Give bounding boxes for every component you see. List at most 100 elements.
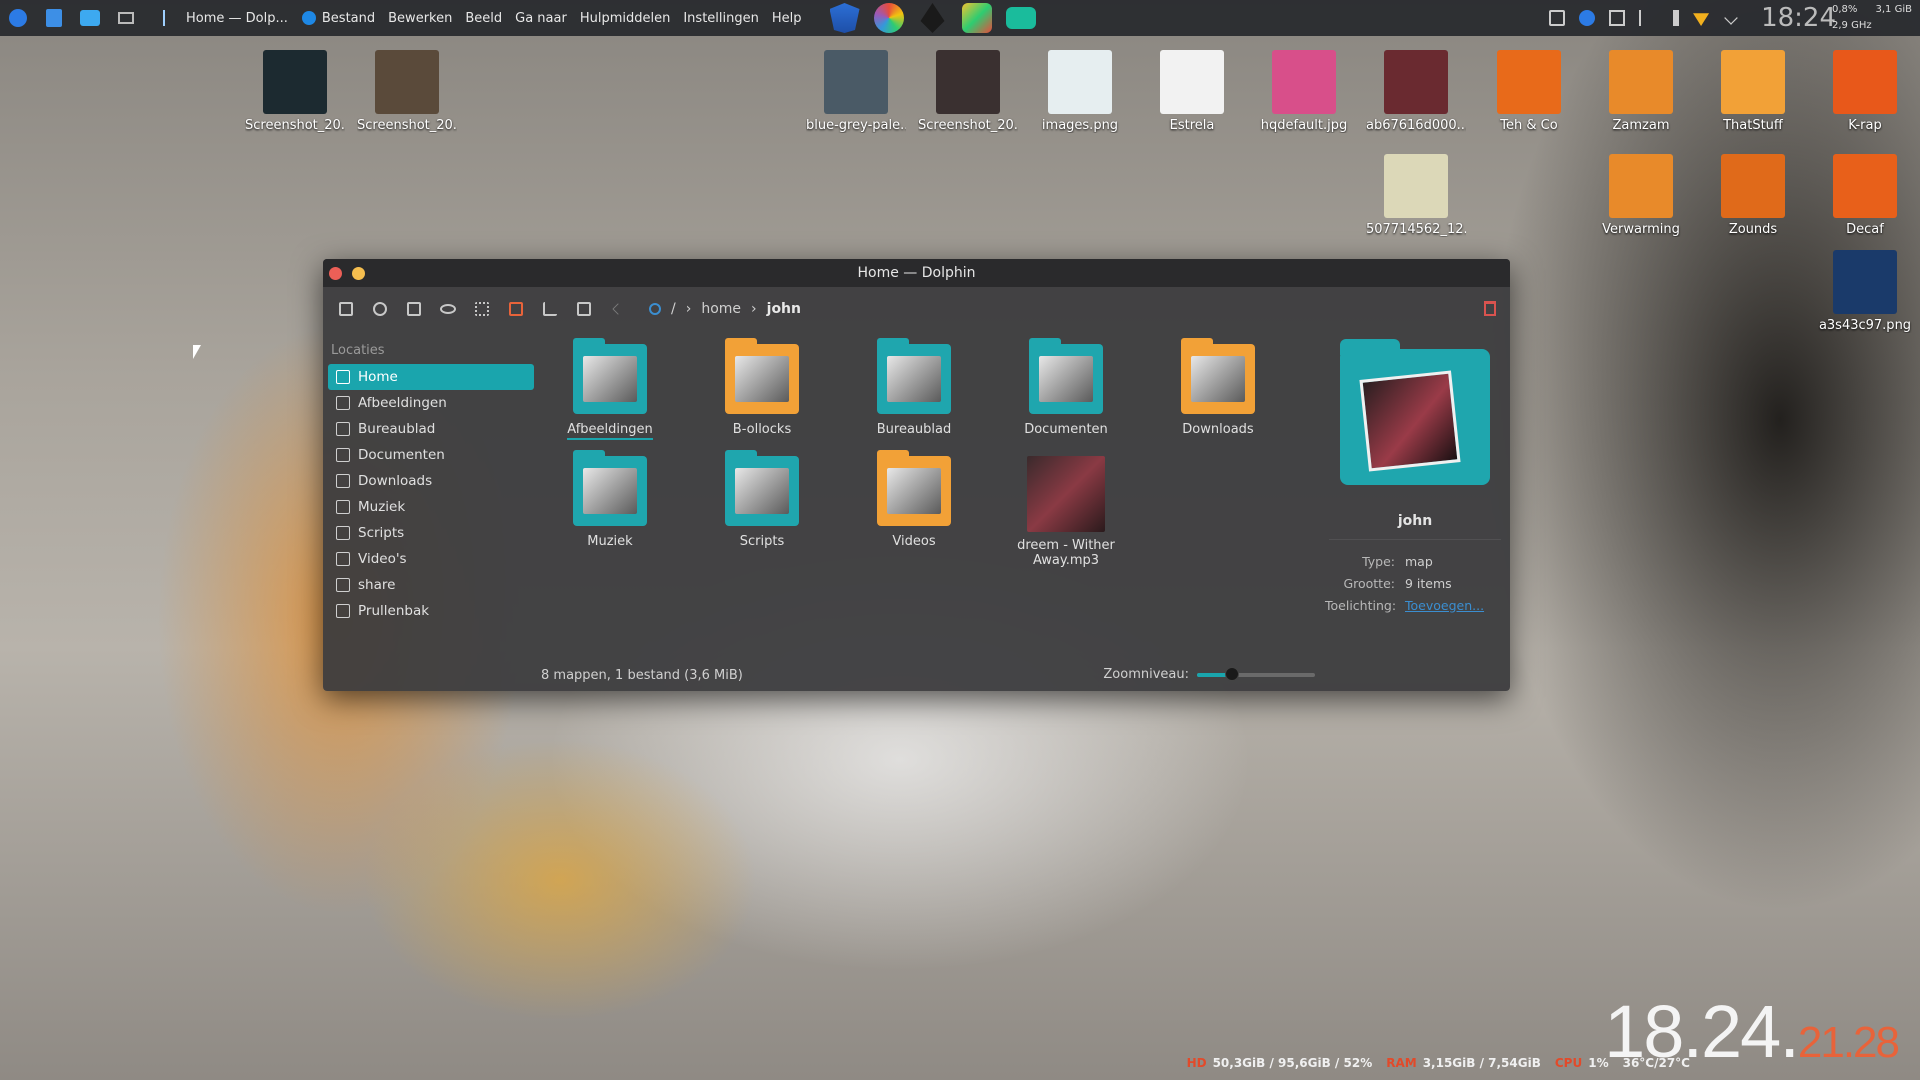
file-name: Videos [892, 534, 936, 549]
preview-icon[interactable] [435, 296, 461, 322]
music-icon[interactable] [144, 0, 180, 36]
window-title: Home — Dolphin [857, 265, 976, 281]
menu-beeld[interactable]: Beeld [465, 11, 502, 26]
menu-hulpmiddelen[interactable]: Hulpmiddelen [580, 11, 671, 26]
brave-icon[interactable] [829, 3, 860, 33]
clipboard-icon[interactable] [1609, 10, 1626, 26]
sidebar-item[interactable]: Home [328, 364, 534, 390]
folder-icon [725, 338, 799, 414]
panel-clock[interactable]: 18:24 [1761, 3, 1836, 33]
file-thumbnail-icon [1497, 50, 1561, 114]
desktop-icon[interactable]: images.png [1030, 50, 1130, 133]
inkscape-icon[interactable] [920, 3, 945, 33]
folder-item[interactable]: Muziek [545, 450, 675, 549]
font-icon[interactable] [537, 296, 563, 322]
desktop-clock: 18.24.21.28 [1604, 989, 1900, 1074]
volume-icon[interactable] [1669, 10, 1680, 26]
sidebar-item[interactable]: share [328, 572, 534, 598]
desktop-icon[interactable]: Zamzam [1591, 50, 1691, 133]
desktop-icon[interactable]: 507714562_12... [1366, 154, 1466, 237]
desktop-icon[interactable]: Teh & Co [1479, 50, 1579, 133]
desktop-icon[interactable]: ab67616d000... [1366, 50, 1466, 133]
window-titlebar[interactable]: Home — Dolphin [323, 259, 1510, 287]
chevron-down-icon[interactable] [1724, 11, 1738, 25]
sidebar-item[interactable]: Afbeeldingen [328, 390, 534, 416]
folder-item[interactable]: Bureaublad [849, 338, 979, 437]
app-launcher-icon[interactable] [0, 0, 36, 36]
dolphin-launcher-icon[interactable] [72, 0, 108, 36]
active-window-title[interactable]: Home — Dolp... [186, 11, 288, 26]
folder-item[interactable]: Afbeeldingen [545, 338, 675, 440]
menu-ga-naar[interactable]: Ga naar [515, 11, 567, 26]
zoom-slider-handle[interactable] [1225, 666, 1240, 681]
info-type-label: Type: [1362, 553, 1395, 569]
add-comment-link[interactable]: Toevoegen... [1405, 598, 1484, 613]
desktop-icon[interactable]: Verwarming [1591, 154, 1691, 237]
color-picker-icon[interactable] [873, 3, 904, 33]
desktop-icon[interactable]: ThatStuff [1703, 50, 1803, 133]
menu-help[interactable]: Help [772, 11, 802, 26]
minimize-button[interactable] [352, 267, 365, 280]
desktop-icon[interactable]: Decaf [1815, 154, 1915, 237]
sidebar-item[interactable]: Prullenbak [328, 598, 534, 624]
info-name: john [1397, 513, 1433, 529]
breadcrumb-home[interactable]: home [701, 301, 741, 317]
menu-bewerken[interactable]: Bewerken [388, 11, 452, 26]
file-thumbnail-icon [1384, 154, 1448, 218]
menu-bestand[interactable]: Bestand [322, 11, 375, 26]
trash-icon[interactable] [1484, 301, 1496, 316]
zoom-slider[interactable] [1197, 666, 1315, 681]
breadcrumb-root[interactable]: / [671, 301, 676, 317]
kvantum-icon[interactable] [961, 3, 992, 33]
terminal-icon[interactable] [1005, 7, 1036, 29]
new-tab-icon[interactable] [401, 296, 427, 322]
chevron-right-icon: › [751, 301, 757, 317]
sidebar-item[interactable]: Downloads [328, 468, 534, 494]
desktop-icon[interactable]: Estrela [1142, 50, 1242, 133]
refresh-icon[interactable] [367, 296, 393, 322]
back-icon[interactable] [605, 296, 631, 322]
rename-icon[interactable] [503, 296, 529, 322]
icons-view-icon[interactable] [469, 296, 495, 322]
toolbar: / › home › john [323, 287, 1510, 331]
split-view-icon[interactable] [333, 296, 359, 322]
sidebar-item-label: Muziek [358, 499, 406, 515]
notes-icon[interactable] [1549, 10, 1566, 26]
desktop-icon-label: Screenshot_20... [357, 118, 457, 133]
file-name: Bureaublad [876, 422, 952, 437]
file-thumbnail-icon [1272, 50, 1336, 114]
discover-icon[interactable] [36, 0, 72, 36]
desktop-icon[interactable]: Screenshot_20... [918, 50, 1018, 133]
desktop-icon[interactable]: Zounds [1703, 154, 1803, 237]
desktop-icon[interactable]: Screenshot_20... [357, 50, 457, 133]
desktop-icon[interactable]: hqdefault.jpg [1254, 50, 1354, 133]
close-button[interactable] [329, 267, 342, 280]
zoom-label: Zoomniveau: [1103, 667, 1189, 682]
desktop-icon[interactable]: blue-grey-pale... [806, 50, 906, 133]
wifi-icon[interactable] [1693, 13, 1710, 26]
desktop-icon[interactable]: K-rap [1815, 50, 1915, 133]
sidebar-item[interactable]: Video's [328, 546, 534, 572]
search-icon[interactable] [649, 303, 661, 315]
folder-item[interactable]: Documenten [1001, 338, 1131, 437]
clock-hours-minutes: 18.24. [1604, 990, 1800, 1073]
sidebar-item[interactable]: Scripts [328, 520, 534, 546]
folder-item[interactable]: Downloads [1153, 338, 1283, 437]
breadcrumb-current[interactable]: john [767, 301, 801, 317]
desktop-icon[interactable]: a3s43c97.png [1815, 250, 1915, 333]
sidebar-item[interactable]: Bureaublad [328, 416, 534, 442]
new-file-icon[interactable] [571, 296, 597, 322]
file-thumbnail-icon [1384, 50, 1448, 114]
folder-item[interactable]: Videos [849, 450, 979, 549]
folder-item[interactable]: Scripts [697, 450, 827, 549]
sidebar-item[interactable]: Muziek [328, 494, 534, 520]
menu-instellingen[interactable]: Instellingen [683, 11, 759, 26]
pager-icon[interactable] [108, 0, 144, 36]
desktop-icon-label: ThatStuff [1723, 118, 1783, 133]
file-item[interactable]: dreem - Wither Away.mp3 [1001, 456, 1131, 568]
desktop-icon[interactable]: Screenshot_20... [245, 50, 345, 133]
folder-item[interactable]: B-ollocks [697, 338, 827, 437]
network-manager-icon[interactable] [1579, 10, 1596, 26]
bluetooth-icon[interactable] [1639, 10, 1655, 26]
sidebar-item[interactable]: Documenten [328, 442, 534, 468]
